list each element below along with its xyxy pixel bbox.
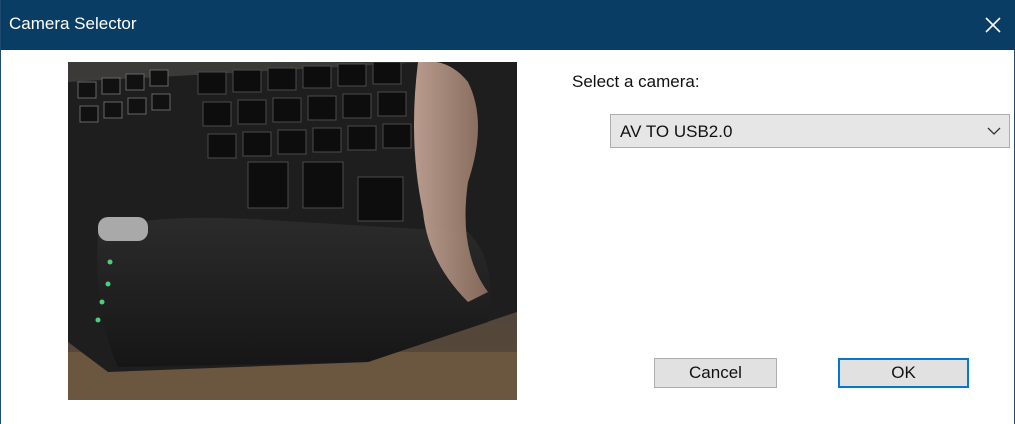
- camera-preview: [68, 62, 517, 400]
- camera-preview-image: [68, 62, 517, 400]
- camera-dropdown-value: AV TO USB2.0: [620, 122, 733, 141]
- camera-selector-dialog: Camera Selector Select a camera: AV TO U…: [0, 0, 1015, 424]
- close-icon: [985, 17, 1001, 33]
- title-bar: Camera Selector: [1, 0, 1015, 50]
- cancel-button[interactable]: Cancel: [654, 358, 777, 388]
- close-button[interactable]: [970, 0, 1015, 50]
- chevron-down-icon: [987, 127, 1001, 135]
- select-camera-label: Select a camera:: [572, 72, 700, 91]
- window-title: Camera Selector: [9, 14, 137, 33]
- camera-dropdown[interactable]: AV TO USB2.0: [610, 114, 1010, 148]
- ok-button[interactable]: OK: [838, 358, 969, 388]
